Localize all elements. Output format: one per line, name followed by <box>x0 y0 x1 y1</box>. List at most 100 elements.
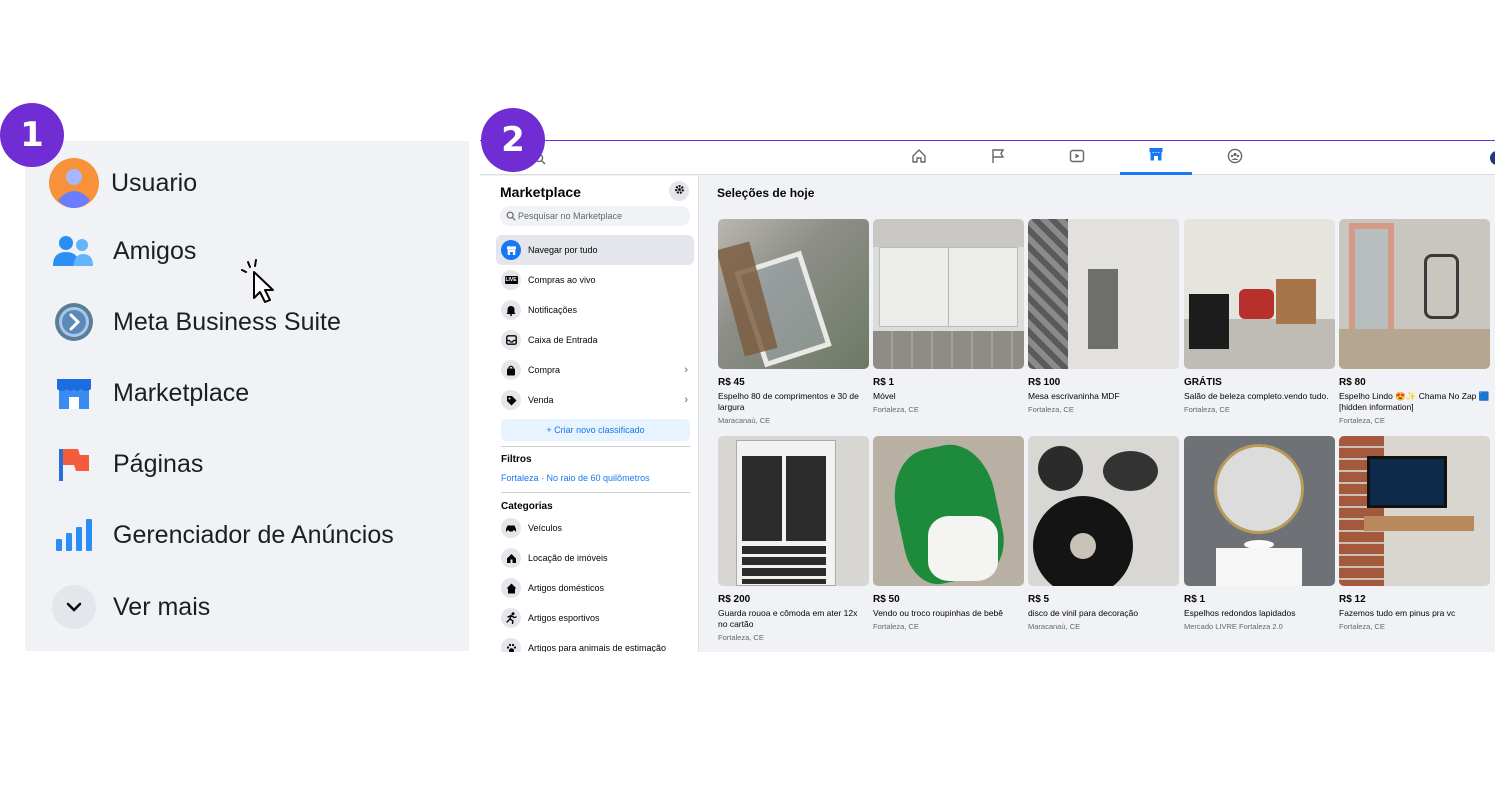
friends-icon <box>49 226 99 276</box>
home-icon <box>501 578 521 598</box>
listing-photo[interactable] <box>1028 219 1179 369</box>
store-icon <box>501 240 521 260</box>
tab-watch[interactable] <box>1041 141 1113 175</box>
top-navigation-bar <box>480 141 1495 175</box>
location-filter-link[interactable]: Fortaleza · No raio de 60 quilômetros <box>501 473 650 483</box>
listing-card[interactable]: R$ 12 Fazemos tudo em pinus pra vc Forta… <box>1339 436 1490 631</box>
sidebar-title: Marketplace <box>500 184 581 200</box>
search-placeholder: Pesquisar no Marketplace <box>518 211 623 221</box>
category-pet-supplies[interactable]: Artigos para animais de estimação <box>496 633 694 652</box>
listing-photo[interactable] <box>873 219 1024 369</box>
tab-home[interactable] <box>883 141 955 175</box>
listing-title: Salão de beleza completo.vendo tudo. <box>1184 391 1329 401</box>
listing-card[interactable]: R$ 200 Guarda rouoa e cômoda em ater 12x… <box>718 436 869 642</box>
bell-icon <box>501 300 521 320</box>
listing-card[interactable]: GRÁTIS Salão de beleza completo.vendo tu… <box>1184 219 1335 414</box>
listing-photo[interactable] <box>718 436 869 586</box>
live-icon: LIVE <box>501 270 521 290</box>
sidebar-item-inbox[interactable]: Caixa de Entrada <box>496 325 694 355</box>
marketplace-icon <box>1148 146 1164 167</box>
listing-card[interactable]: R$ 5 disco de vinil para decoração Marac… <box>1028 436 1179 631</box>
listing-title: Mesa escrivaninha MDF <box>1028 391 1120 401</box>
flag-icon <box>990 148 1006 169</box>
listing-price: R$ 1 <box>1184 594 1206 605</box>
tab-marketplace[interactable] <box>1120 141 1192 175</box>
menu-item-label: Amigos <box>113 236 197 265</box>
category-home-goods[interactable]: Artigos domésticos <box>496 573 694 603</box>
listing-card[interactable]: R$ 1 Móvel Fortaleza, CE <box>873 219 1024 414</box>
runner-icon <box>501 608 521 628</box>
listing-price: R$ 5 <box>1028 594 1050 605</box>
marketplace-search-input[interactable]: Pesquisar no Marketplace <box>500 206 690 226</box>
category-sporting-goods[interactable]: Artigos esportivos <box>496 603 694 633</box>
sidebar-item-label: Caixa de Entrada <box>528 335 598 345</box>
tab-pages[interactable] <box>962 141 1034 175</box>
listing-photo[interactable] <box>1339 219 1490 369</box>
menu-item-profile[interactable]: Usuario <box>25 155 469 211</box>
menu-item-label: Meta Business Suite <box>113 307 341 336</box>
sidebar-item-label: Compras ao vivo <box>528 275 596 285</box>
category-label: Artigos domésticos <box>528 583 605 593</box>
menu-item-label: Gerenciador de Anúncios <box>113 520 394 549</box>
listing-price: GRÁTIS <box>1184 377 1222 388</box>
settings-button[interactable] <box>669 181 689 201</box>
listing-title: Móvel <box>873 391 896 401</box>
listing-title: disco de vinil para decoração <box>1028 608 1139 618</box>
listing-location: Fortaleza, CE <box>718 633 764 642</box>
listing-photo[interactable] <box>1184 436 1335 586</box>
menu-item-see-more[interactable]: Ver mais <box>25 579 469 635</box>
listing-card[interactable]: R$ 80 Espelho Lindo 😍✨ Chama No Zap 🟦 [h… <box>1339 219 1490 425</box>
listing-card[interactable]: R$ 1 Espelhos redondos lapidados Mercado… <box>1184 436 1335 631</box>
inbox-icon <box>501 330 521 350</box>
create-listing-button[interactable]: + Criar novo classificado <box>501 419 690 441</box>
menu-item-marketplace[interactable]: Marketplace <box>25 365 469 421</box>
listing-title: Guarda rouoa e cômoda em ater 12x no car… <box>718 608 858 629</box>
sidebar-item-live-shopping[interactable]: LIVE Compras ao vivo <box>496 265 694 295</box>
sidebar-item-label: Notificações <box>528 305 578 315</box>
listing-title: Espelho 80 de comprimentos e 30 de largu… <box>718 391 859 412</box>
menu-item-ads-manager[interactable]: Gerenciador de Anúncios <box>25 507 469 563</box>
listing-photo[interactable] <box>1028 436 1179 586</box>
sidebar-item-selling[interactable]: Venda › <box>496 385 694 415</box>
bag-icon <box>501 360 521 380</box>
listing-location: Fortaleza, CE <box>873 405 919 414</box>
section-title: Seleções de hoje <box>717 186 815 200</box>
gear-icon <box>674 182 685 200</box>
sidebar-item-buying[interactable]: Compra › <box>496 355 694 385</box>
marketplace-icon <box>49 368 99 418</box>
facebook-left-menu: Usuario Amigos Meta Business Suite Marke… <box>25 141 469 651</box>
listing-photo[interactable] <box>873 436 1024 586</box>
chevron-down-icon <box>49 582 99 632</box>
category-property-rentals[interactable]: Locação de imóveis <box>496 543 694 573</box>
sidebar-item-label: Navegar por tudo <box>528 245 598 255</box>
listing-price: R$ 80 <box>1339 377 1366 388</box>
marketplace-screen: Marketplace Pesquisar no Marketplace Nav… <box>480 140 1495 652</box>
chevron-right-icon: › <box>684 364 688 376</box>
house-key-icon <box>501 548 521 568</box>
car-icon <box>501 518 521 538</box>
step-number: 1 <box>20 115 44 155</box>
category-label: Locação de imóveis <box>528 553 608 563</box>
category-vehicles[interactable]: Veículos <box>496 513 694 543</box>
listing-price: R$ 200 <box>718 594 751 605</box>
menu-item-pages[interactable]: Páginas <box>25 436 469 492</box>
listing-card[interactable]: R$ 45 Espelho 80 de comprimentos e 30 de… <box>718 219 869 425</box>
listing-price: R$ 45 <box>718 377 745 388</box>
listing-location: Maracanaú, CE <box>718 416 771 425</box>
listing-photo[interactable] <box>718 219 869 369</box>
categories-heading: Categorias <box>501 501 553 512</box>
listing-photo[interactable] <box>1184 219 1335 369</box>
listing-location: Fortaleza, CE <box>1339 622 1385 631</box>
listing-title: Fazemos tudo em pinus pra vc <box>1339 608 1456 618</box>
divider <box>501 492 690 493</box>
sidebar-item-notifications[interactable]: Notificações <box>496 295 694 325</box>
menu-item-label: Usuario <box>111 168 198 197</box>
filters-heading: Filtros <box>501 454 532 465</box>
tab-groups[interactable] <box>1199 141 1271 175</box>
sidebar-item-browse-all[interactable]: Navegar por tudo <box>496 235 694 265</box>
step-number: 2 <box>501 120 525 160</box>
listing-card[interactable]: R$ 50 Vendo ou troco roupinhas de bebê F… <box>873 436 1024 631</box>
avatar[interactable] <box>1490 151 1495 165</box>
listing-card[interactable]: R$ 100 Mesa escrivaninha MDF Fortaleza, … <box>1028 219 1179 414</box>
listing-photo[interactable] <box>1339 436 1490 586</box>
